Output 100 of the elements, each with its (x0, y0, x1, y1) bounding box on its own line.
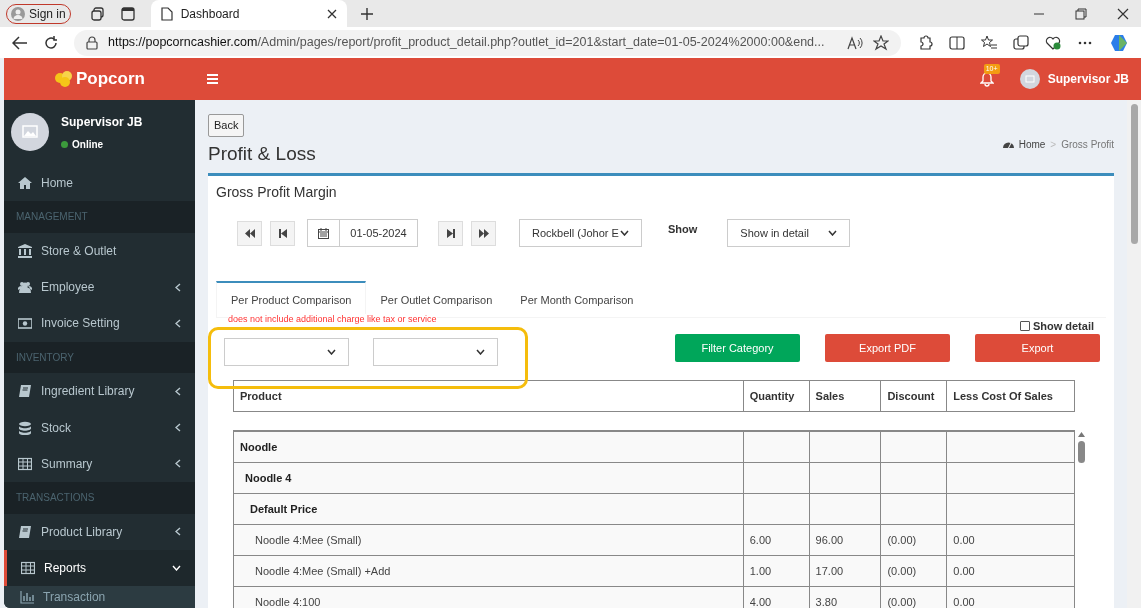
person-icon (11, 6, 25, 21)
column-header: Product (239, 388, 283, 404)
new-tab-icon[interactable] (360, 7, 373, 20)
grid-icon (21, 561, 35, 576)
lock-icon (86, 35, 98, 50)
scrollbar-thumb[interactable] (1077, 441, 1085, 463)
first-button[interactable] (237, 220, 262, 246)
table-cell: (0.00) (880, 587, 947, 608)
breadcrumb-link[interactable]: Home (1018, 137, 1046, 152)
back-button[interactable]: Back (208, 114, 245, 137)
health-icon[interactable] (1045, 34, 1061, 51)
last-button[interactable] (471, 220, 496, 246)
sidebar-item[interactable]: Stock (4, 409, 195, 446)
status-text: Online (72, 137, 104, 152)
table-cell: (0.00) (880, 525, 947, 555)
avatar-icon (11, 113, 49, 152)
database-icon (18, 420, 32, 435)
action-button[interactable]: Export (975, 334, 1100, 362)
table-cell: (0.00) (880, 556, 947, 586)
sidebar-item[interactable]: Ingredient Library (4, 373, 195, 410)
sidebar-item[interactable]: Reports (4, 549, 195, 587)
table-cell: 3.80 (808, 587, 881, 608)
report-tab[interactable]: Per Month Comparison (506, 281, 648, 317)
page-title: Profit & Loss (208, 141, 316, 166)
copilot-icon[interactable] (1109, 32, 1129, 53)
table-cell: 4.00 (742, 587, 809, 608)
section-header: INVENTORY (4, 341, 195, 374)
book-icon (18, 384, 32, 399)
star-icon[interactable] (873, 34, 889, 51)
column-header: Sales (808, 381, 881, 411)
table-cell: 0.00 (946, 556, 1074, 586)
grid-icon (18, 456, 32, 471)
scroll-up-icon (1077, 432, 1085, 437)
sidebar-item[interactable]: Store & Outlet (4, 232, 195, 269)
breadcrumb-separator: > (1050, 138, 1057, 152)
split-screen-icon[interactable] (949, 34, 965, 51)
date-field[interactable]: 01-05-2024 (307, 219, 418, 247)
next-button[interactable] (438, 220, 463, 246)
back-icon[interactable] (12, 35, 28, 50)
dashboard-icon (1002, 140, 1014, 149)
sidebar-item[interactable]: Product Library (4, 513, 195, 550)
submenu-item[interactable]: Transaction (4, 586, 195, 608)
table-cell: 1.00 (742, 556, 809, 586)
table-cell-text: Noodle 4:Mee (Small) (254, 532, 363, 548)
chevron-down-icon (828, 230, 838, 236)
url-text: https://popcorncashier.com/Admin/pages/report/profit_product_detail.php?outlet_id=201&start_date=01-05-2024%2000:00&end... (108, 34, 826, 52)
bell-icon[interactable] (979, 71, 994, 87)
extensions-icon[interactable] (917, 34, 933, 51)
next-icon (445, 228, 456, 238)
last-icon (478, 228, 489, 238)
first-icon (244, 228, 255, 238)
scrollbar-thumb[interactable] (1130, 104, 1138, 244)
menu-icon[interactable] (207, 74, 218, 84)
refresh-icon[interactable] (44, 35, 58, 50)
previous-button[interactable] (270, 220, 295, 246)
bar-chart-icon (20, 590, 34, 605)
section-header: TRANSACTIONS (4, 482, 195, 514)
card-title: Gross Profit Margin (216, 183, 338, 202)
users-icon (18, 280, 32, 295)
tabs-icon[interactable] (90, 6, 105, 21)
popcorn-icon (54, 69, 74, 88)
table-cell: 0.00 (946, 525, 1074, 555)
user-menu[interactable]: Supervisor JB (1019, 69, 1129, 89)
address-bar[interactable]: https://popcorncashier.com/Admin/pages/report/profit_product_detail.php?outlet_id=201&start_date=01-05-2024%2000:00&end... (74, 29, 901, 56)
browser-tab[interactable]: Dashboard (150, 0, 347, 27)
outlet-select[interactable]: Rockbell (Johor E (519, 219, 642, 247)
sidebar-item[interactable]: Home (4, 164, 195, 202)
home-icon (18, 175, 32, 190)
sidebar-item[interactable]: Employee (4, 269, 195, 306)
sidebar-item[interactable]: Summary (4, 445, 195, 483)
show-select[interactable]: Show in detail (727, 219, 851, 247)
restore-icon[interactable] (1075, 7, 1087, 20)
group-row-label: Default Price (249, 501, 319, 517)
user-name: Supervisor JB (61, 113, 143, 131)
previous-icon (277, 228, 288, 238)
close-icon[interactable] (326, 8, 337, 19)
favorites-icon[interactable] (981, 34, 997, 51)
chevron-down-icon (620, 230, 629, 236)
breadcrumb-current: Gross Profit (1061, 138, 1114, 152)
section-header: MANAGEMENT (4, 201, 195, 233)
page-scrollbar[interactable] (1127, 100, 1141, 608)
group-row-label: Noodle 4 (244, 470, 293, 486)
column-header: Quantity (742, 381, 809, 411)
book-icon (18, 524, 32, 539)
close-icon[interactable] (1117, 7, 1129, 20)
show-label: Show (668, 222, 698, 237)
table-cell: 0.00 (946, 587, 1074, 608)
collections-icon[interactable] (1013, 34, 1029, 51)
calendar-icon (318, 227, 329, 239)
sidebar-icon[interactable] (120, 6, 135, 21)
chevron-down-icon (476, 349, 485, 355)
tab-title: Dashboard (180, 5, 241, 23)
table-cell-text: Noodle 4:100 (254, 594, 322, 608)
show-detail-checkbox[interactable]: Show detail (1019, 318, 1094, 335)
read-aloud-icon[interactable] (847, 35, 863, 50)
table-cell: 17.00 (808, 556, 881, 586)
bank-icon (18, 243, 32, 258)
table-cell: 6.00 (742, 525, 809, 555)
sidebar-item[interactable]: Invoice Setting (4, 305, 195, 342)
action-button[interactable]: Export PDF (825, 334, 950, 362)
